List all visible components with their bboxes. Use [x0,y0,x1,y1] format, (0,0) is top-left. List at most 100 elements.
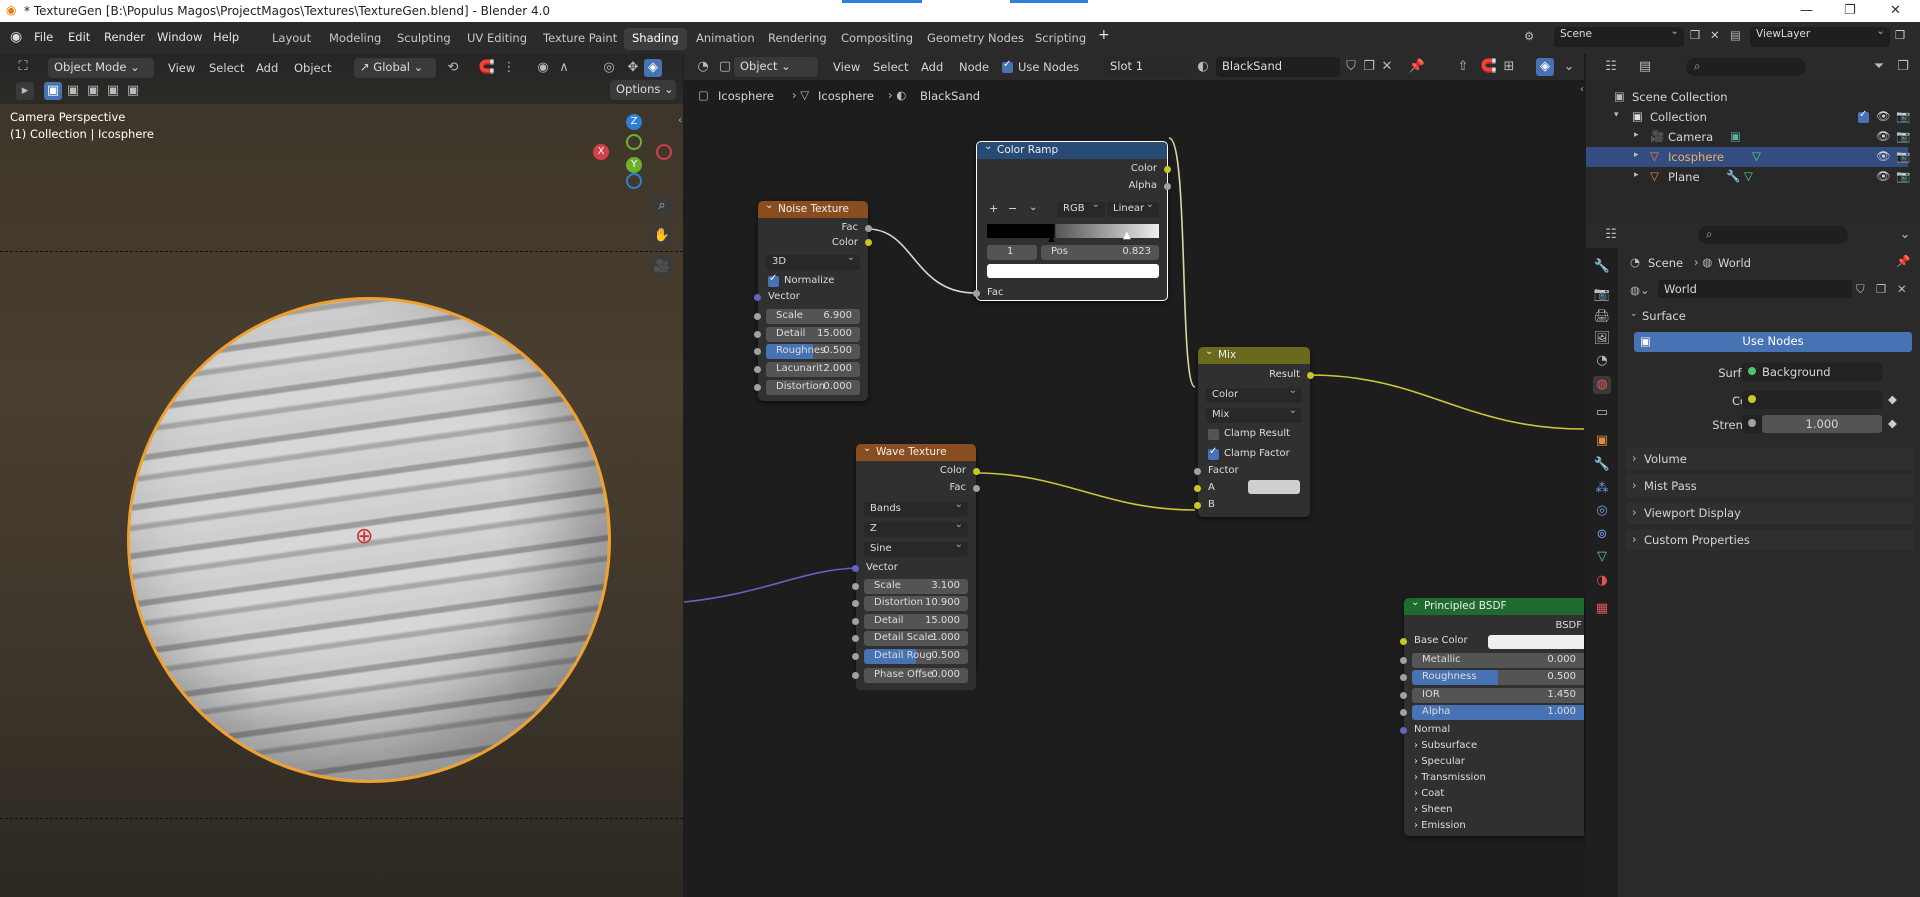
snap-target-icon[interactable]: ⋮ [500,59,518,77]
mix-node[interactable]: Mix Result Color Mix Clamp Result Clamp … [1194,346,1314,517]
bsdf-panel-specular[interactable]: › Specular [1414,756,1465,767]
ramp-color-socket[interactable] [1164,166,1171,173]
select-box-icon[interactable]: ▣ [44,82,62,100]
transform-orientation[interactable]: ↗ Global ⌄ [354,58,436,78]
gizmo-neg-x[interactable] [656,144,672,160]
viewport-display-expand-icon[interactable]: › [1632,505,1637,519]
tab-sculpting[interactable]: Sculpting [389,28,459,50]
collection-exclude-checkbox[interactable] [1858,109,1869,123]
new-scene-icon[interactable]: ❐ [1690,28,1700,42]
gizmo-z-axis[interactable]: Z [626,114,642,130]
wave-detail-field[interactable]: Detail 15.000 [864,614,968,629]
tab-layout[interactable]: Layout [264,28,319,50]
wave-fac-socket[interactable] [973,485,980,492]
mix-node-header[interactable]: Mix [1198,346,1310,364]
editor-type-icon[interactable]: ⛶ [14,58,32,76]
camera-view-icon[interactable]: 🎥 [651,256,673,278]
gizmo-y-axis[interactable]: Y [626,157,642,173]
viewport-menu-select[interactable]: Select [209,61,244,75]
gizmo-neg-z[interactable] [626,173,642,189]
tab-rendering[interactable]: Rendering [760,28,835,50]
ramp-remove-stop-icon[interactable]: − [1008,202,1017,215]
strength-field[interactable]: 1.000 [1742,415,1882,433]
ramp-menu-icon[interactable]: ⌄ [1029,202,1037,213]
visibility-icon[interactable]: ◎ [600,59,618,77]
noise-distortion-socket[interactable] [754,384,761,391]
viewlayer-selector[interactable]: ViewLayer [1750,25,1890,47]
collection-expand-icon[interactable]: ▾ [1614,110,1619,120]
physics-tab-icon[interactable]: ◎ [1593,502,1611,520]
scene-selector[interactable]: Scene [1554,25,1684,47]
select-intersect-icon[interactable]: ▣ [124,82,142,100]
wave-detail-scale-socket[interactable] [852,635,859,642]
tab-geometry-nodes[interactable]: Geometry Nodes [919,28,1032,50]
mix-data-type-dropdown[interactable]: Color [1206,385,1302,403]
plane-visibility-icon[interactable]: 👁 [1876,169,1891,183]
add-workspace-icon[interactable]: + [1098,27,1110,43]
wave-detail-roughness-socket[interactable] [852,653,859,660]
custom-properties-panel[interactable]: › Custom Properties [1626,529,1914,551]
principled-bsdf-node[interactable]: Principled BSDF BSDF Base Color Metallic… [1400,597,1584,836]
mist-pass-panel[interactable]: › Mist Pass [1626,475,1914,497]
world-name-field[interactable]: World [1658,280,1852,298]
mix-a-color-swatch[interactable] [1248,480,1300,494]
3d-cursor-icon[interactable]: ⊕ [355,524,373,549]
mix-b-socket[interactable] [1194,502,1201,509]
ramp-add-stop-icon[interactable]: + [989,202,998,215]
select-invert-icon[interactable]: ▣ [104,82,122,100]
noise-detail-field[interactable]: Detail 15.000 [766,327,860,342]
mix-clamp-result-checkbox[interactable] [1208,429,1219,440]
zoom-icon[interactable]: ⌕ [651,195,673,217]
ramp-stop-black[interactable]: ▲ [1048,234,1055,244]
texture-tab-icon[interactable]: ▦ [1593,600,1611,618]
wave-type-dropdown[interactable]: Bands [864,499,968,517]
gizmo-x-axis[interactable]: X [593,144,609,160]
bsdf-metallic-field[interactable]: Metallic 0.000 [1412,653,1584,668]
ramp-stop-index-field[interactable]: 1 [987,245,1037,260]
output-tab-icon[interactable]: 🖨 [1593,308,1611,326]
proportional-edit-icon[interactable]: ◉ [534,59,552,77]
world-tab-icon[interactable]: ◍ [1593,376,1611,394]
camera-render-icon[interactable]: 📷 [1896,129,1910,143]
data-tab-icon[interactable]: ▽ [1593,548,1611,566]
world-use-nodes-button[interactable]: ▣ Use Nodes [1634,332,1912,352]
outliner-collection[interactable]: ▾ ▣ Collection 👁 📷 [1586,107,1910,127]
snap-icon[interactable]: 🧲 [478,59,496,77]
color-ramp-node[interactable]: Color Ramp Color Alpha + − ⌄ RGB Linear … [973,141,1171,301]
viewport-menu-view[interactable]: View [168,61,195,75]
surface-shader-field[interactable]: Background [1742,363,1882,381]
noise-roughness-socket[interactable] [754,348,761,355]
plane-render-icon[interactable]: 📷 [1896,169,1910,183]
noise-fac-socket[interactable] [865,225,872,232]
noise-distortion-field[interactable]: Distortion 0.000 [766,380,860,395]
viewport-display-panel[interactable]: › Viewport Display [1626,502,1914,524]
bsdf-base-color-swatch[interactable] [1488,635,1584,649]
tab-animation[interactable]: Animation [688,28,763,50]
ramp-alpha-socket[interactable] [1164,183,1171,190]
props-pin-icon[interactable]: 📌 [1896,254,1910,268]
viewport-menu-object[interactable]: Object [294,61,331,75]
ramp-interpolation-dropdown[interactable]: Linear [1107,199,1159,217]
mix-result-socket[interactable] [1307,372,1314,379]
mix-a-socket[interactable] [1194,485,1201,492]
wave-scale-field[interactable]: Scale 3.100 [864,579,968,594]
wave-distortion-field[interactable]: Distortion 10.900 [864,596,968,611]
modifiers-tab-icon[interactable]: 🔧 [1593,456,1611,474]
mix-factor-socket[interactable] [1194,468,1201,475]
ramp-stop-white[interactable]: ▲ [1123,230,1131,241]
surface-collapse-icon[interactable]: ⌄ [1630,309,1638,319]
tab-modeling[interactable]: Modeling [321,28,389,50]
strength-value[interactable]: 1.000 [1762,415,1882,433]
wave-detail-scale-field[interactable]: Detail Scale 1.000 [864,631,968,646]
menu-window[interactable]: Window [157,30,202,44]
mist-expand-icon[interactable]: › [1632,478,1637,492]
ramp-color-mode-dropdown[interactable]: RGB [1057,199,1105,217]
falloff-icon[interactable]: ∧ [555,59,573,77]
strength-keyframe-icon[interactable]: ◆ [1888,416,1897,430]
bsdf-alpha-field[interactable]: Alpha 1.000 [1412,705,1584,720]
wave-node-header[interactable]: Wave Texture [856,443,976,461]
bsdf-node-header[interactable]: Principled BSDF [1404,597,1584,615]
pan-hand-icon[interactable]: ✋ [651,225,673,247]
wave-scale-socket[interactable] [852,583,859,590]
bsdf-panel-emission[interactable]: › Emission [1414,820,1466,831]
